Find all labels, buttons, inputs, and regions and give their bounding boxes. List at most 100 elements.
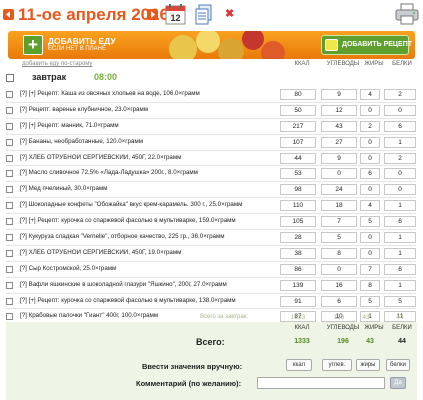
food-row-checkbox[interactable] bbox=[6, 297, 13, 305]
food-row-fat[interactable]: 0 bbox=[360, 184, 380, 196]
food-row-name[interactable]: [?] [+] Рецепт: Каша из овсяных хлопьев … bbox=[20, 90, 275, 97]
food-row-fat[interactable]: 0 bbox=[360, 104, 380, 116]
food-row-protein[interactable]: 2 bbox=[384, 152, 416, 164]
arrow-left-icon[interactable] bbox=[3, 9, 14, 20]
food-row-protein[interactable]: 2 bbox=[384, 89, 416, 100]
food-row-carbs[interactable]: 16 bbox=[321, 279, 357, 291]
food-row-kcal[interactable]: 44 bbox=[280, 152, 316, 164]
food-row-protein[interactable]: 1 bbox=[384, 247, 416, 259]
food-row-kcal[interactable]: 80 bbox=[280, 89, 316, 100]
food-row-kcal[interactable]: 105 bbox=[280, 216, 316, 228]
food-row-fat[interactable]: 4 bbox=[360, 89, 380, 100]
food-row-checkbox[interactable] bbox=[6, 281, 13, 289]
food-row-kcal[interactable]: 86 bbox=[280, 263, 316, 275]
add-recipe-button[interactable]: ДОБАВИТЬ РЕЦЕПТ bbox=[321, 35, 412, 55]
food-row-name[interactable]: [?] ХЛЕБ ОТРУБНОЙ СЕРГИЕВСКИЙ, 450Г, 22.… bbox=[20, 154, 275, 161]
food-row-fat[interactable]: 5 bbox=[360, 295, 380, 307]
food-row-carbs[interactable]: 18 bbox=[321, 200, 357, 212]
food-row-name[interactable]: [?] ХЛЕБ ОТРУБНОЙ СЕРГИЕВСКИЙ, 450Г, 19.… bbox=[20, 249, 275, 256]
food-row-name[interactable]: [?] Сыр Костромской, 25.0×грамм bbox=[20, 265, 275, 272]
food-row-protein[interactable]: 1 bbox=[384, 200, 416, 212]
manual-fat-button[interactable]: жиры bbox=[356, 359, 380, 371]
food-row-kcal[interactable]: 217 bbox=[280, 120, 316, 132]
manual-protein-button[interactable]: белки bbox=[386, 359, 410, 371]
food-row-fat[interactable]: 5 bbox=[360, 216, 380, 228]
food-row-protein[interactable]: 0 bbox=[384, 184, 416, 196]
food-row-protein[interactable]: 6 bbox=[384, 263, 416, 275]
food-row-protein[interactable]: 1 bbox=[384, 279, 416, 291]
food-row-fat[interactable]: 4 bbox=[360, 200, 380, 212]
food-row-carbs[interactable]: 43 bbox=[321, 120, 357, 132]
food-row-name[interactable]: [?] [+] Рецепт: курочка со спаржевой фас… bbox=[20, 297, 275, 304]
food-row-fat[interactable]: 0 bbox=[360, 247, 380, 259]
food-row-protein[interactable]: 6 bbox=[384, 216, 416, 228]
food-row-kcal[interactable]: 53 bbox=[280, 168, 316, 180]
food-row-fat[interactable]: 2 bbox=[360, 120, 380, 132]
food-row-checkbox[interactable] bbox=[6, 122, 13, 130]
comment-submit-button[interactable]: Да bbox=[390, 377, 406, 389]
food-row-fat[interactable]: 6 bbox=[360, 168, 380, 180]
food-row-protein[interactable]: 0 bbox=[384, 104, 416, 116]
food-row-kcal[interactable]: 28 bbox=[280, 232, 316, 244]
food-row-checkbox[interactable] bbox=[6, 154, 13, 162]
calendar-icon[interactable]: 12 bbox=[165, 3, 186, 25]
food-row-carbs[interactable]: 9 bbox=[321, 89, 357, 100]
food-row-carbs[interactable]: 6 bbox=[321, 295, 357, 307]
comment-input[interactable] bbox=[257, 377, 385, 389]
food-row-fat[interactable]: 0 bbox=[360, 232, 380, 244]
food-row-name[interactable]: [?] Вафли яшкинские в шоколадной глазури… bbox=[20, 281, 275, 288]
food-row-carbs[interactable]: 27 bbox=[321, 136, 357, 148]
copy-document-icon[interactable] bbox=[195, 4, 212, 25]
food-row-checkbox[interactable] bbox=[6, 91, 13, 98]
food-row-name[interactable]: [?] [+] Рецепт: манник, 71.0×грамм bbox=[20, 122, 275, 129]
food-row-checkbox[interactable] bbox=[6, 249, 13, 257]
food-row-protein[interactable]: 1 bbox=[384, 232, 416, 244]
food-row-checkbox[interactable] bbox=[6, 265, 13, 273]
food-row-name[interactable]: [?] Мед пчелиный, 30.0×грамм bbox=[20, 185, 275, 192]
close-icon[interactable]: ✖ bbox=[225, 7, 234, 20]
meal-checkbox[interactable] bbox=[6, 74, 14, 82]
manual-carbs-button[interactable]: углев. bbox=[322, 359, 352, 371]
food-row-kcal[interactable]: 38 bbox=[280, 247, 316, 259]
food-row-name[interactable]: [?] Рецепт: варенье клубничное, 23.0×гра… bbox=[20, 106, 275, 113]
food-row-carbs[interactable]: 5 bbox=[321, 232, 357, 244]
food-row-carbs[interactable]: 7 bbox=[321, 216, 357, 228]
printer-icon[interactable] bbox=[395, 3, 419, 25]
food-row-carbs[interactable]: 9 bbox=[321, 152, 357, 164]
food-row-name[interactable]: [?] Кукуруза сладкая "Vernelle", отборно… bbox=[20, 233, 275, 240]
food-row-checkbox[interactable] bbox=[6, 186, 13, 194]
food-row-fat[interactable]: 0 bbox=[360, 152, 380, 164]
food-row-name[interactable]: [?] Бананы, необработанные, 120.0×грамм bbox=[20, 138, 275, 145]
arrow-right-icon[interactable] bbox=[147, 9, 158, 20]
food-row-checkbox[interactable] bbox=[6, 138, 13, 146]
food-row-kcal[interactable]: 107 bbox=[280, 136, 316, 148]
add-food-button[interactable]: + ДОБАВИТЬ ЕДУ ЕСЛИ НЕТ В ПЛАНЕ bbox=[23, 35, 143, 55]
food-row-carbs[interactable]: 0 bbox=[321, 263, 357, 275]
food-row-kcal[interactable]: 98 bbox=[280, 184, 316, 196]
food-row-fat[interactable]: 0 bbox=[360, 136, 380, 148]
food-row-kcal[interactable]: 50 bbox=[280, 104, 316, 116]
food-row-carbs[interactable]: 0 bbox=[321, 168, 357, 180]
food-row-carbs[interactable]: 8 bbox=[321, 247, 357, 259]
food-row-kcal[interactable]: 91 bbox=[280, 295, 316, 307]
food-row-checkbox[interactable] bbox=[6, 313, 13, 321]
food-row-fat[interactable]: 7 bbox=[360, 263, 380, 275]
food-row-checkbox[interactable] bbox=[6, 170, 13, 178]
food-row-kcal[interactable]: 110 bbox=[280, 200, 316, 212]
food-row-checkbox[interactable] bbox=[6, 218, 13, 226]
food-row-checkbox[interactable] bbox=[6, 106, 13, 114]
food-row-name[interactable]: [?] [+] Рецепт: курочка со спаржевой фас… bbox=[20, 217, 275, 224]
add-food-old-style-link[interactable]: добавить еду по-старому bbox=[22, 61, 92, 67]
food-row-carbs[interactable]: 24 bbox=[321, 184, 357, 196]
food-row-protein[interactable]: 5 bbox=[384, 295, 416, 307]
food-row-fat[interactable]: 8 bbox=[360, 279, 380, 291]
food-row-protein[interactable]: 0 bbox=[384, 168, 416, 180]
food-row-protein[interactable]: 6 bbox=[384, 120, 416, 132]
food-row-checkbox[interactable] bbox=[6, 202, 13, 210]
food-row-protein[interactable]: 1 bbox=[384, 136, 416, 148]
manual-kcal-button[interactable]: ккал bbox=[286, 359, 312, 371]
food-row-checkbox[interactable] bbox=[6, 234, 13, 242]
food-row-kcal[interactable]: 139 bbox=[280, 279, 316, 291]
food-row-name[interactable]: [?] Масло сливочное 72,5% «Лада-Ладушка»… bbox=[20, 169, 275, 176]
meal-time[interactable]: 08:00 bbox=[94, 72, 117, 82]
